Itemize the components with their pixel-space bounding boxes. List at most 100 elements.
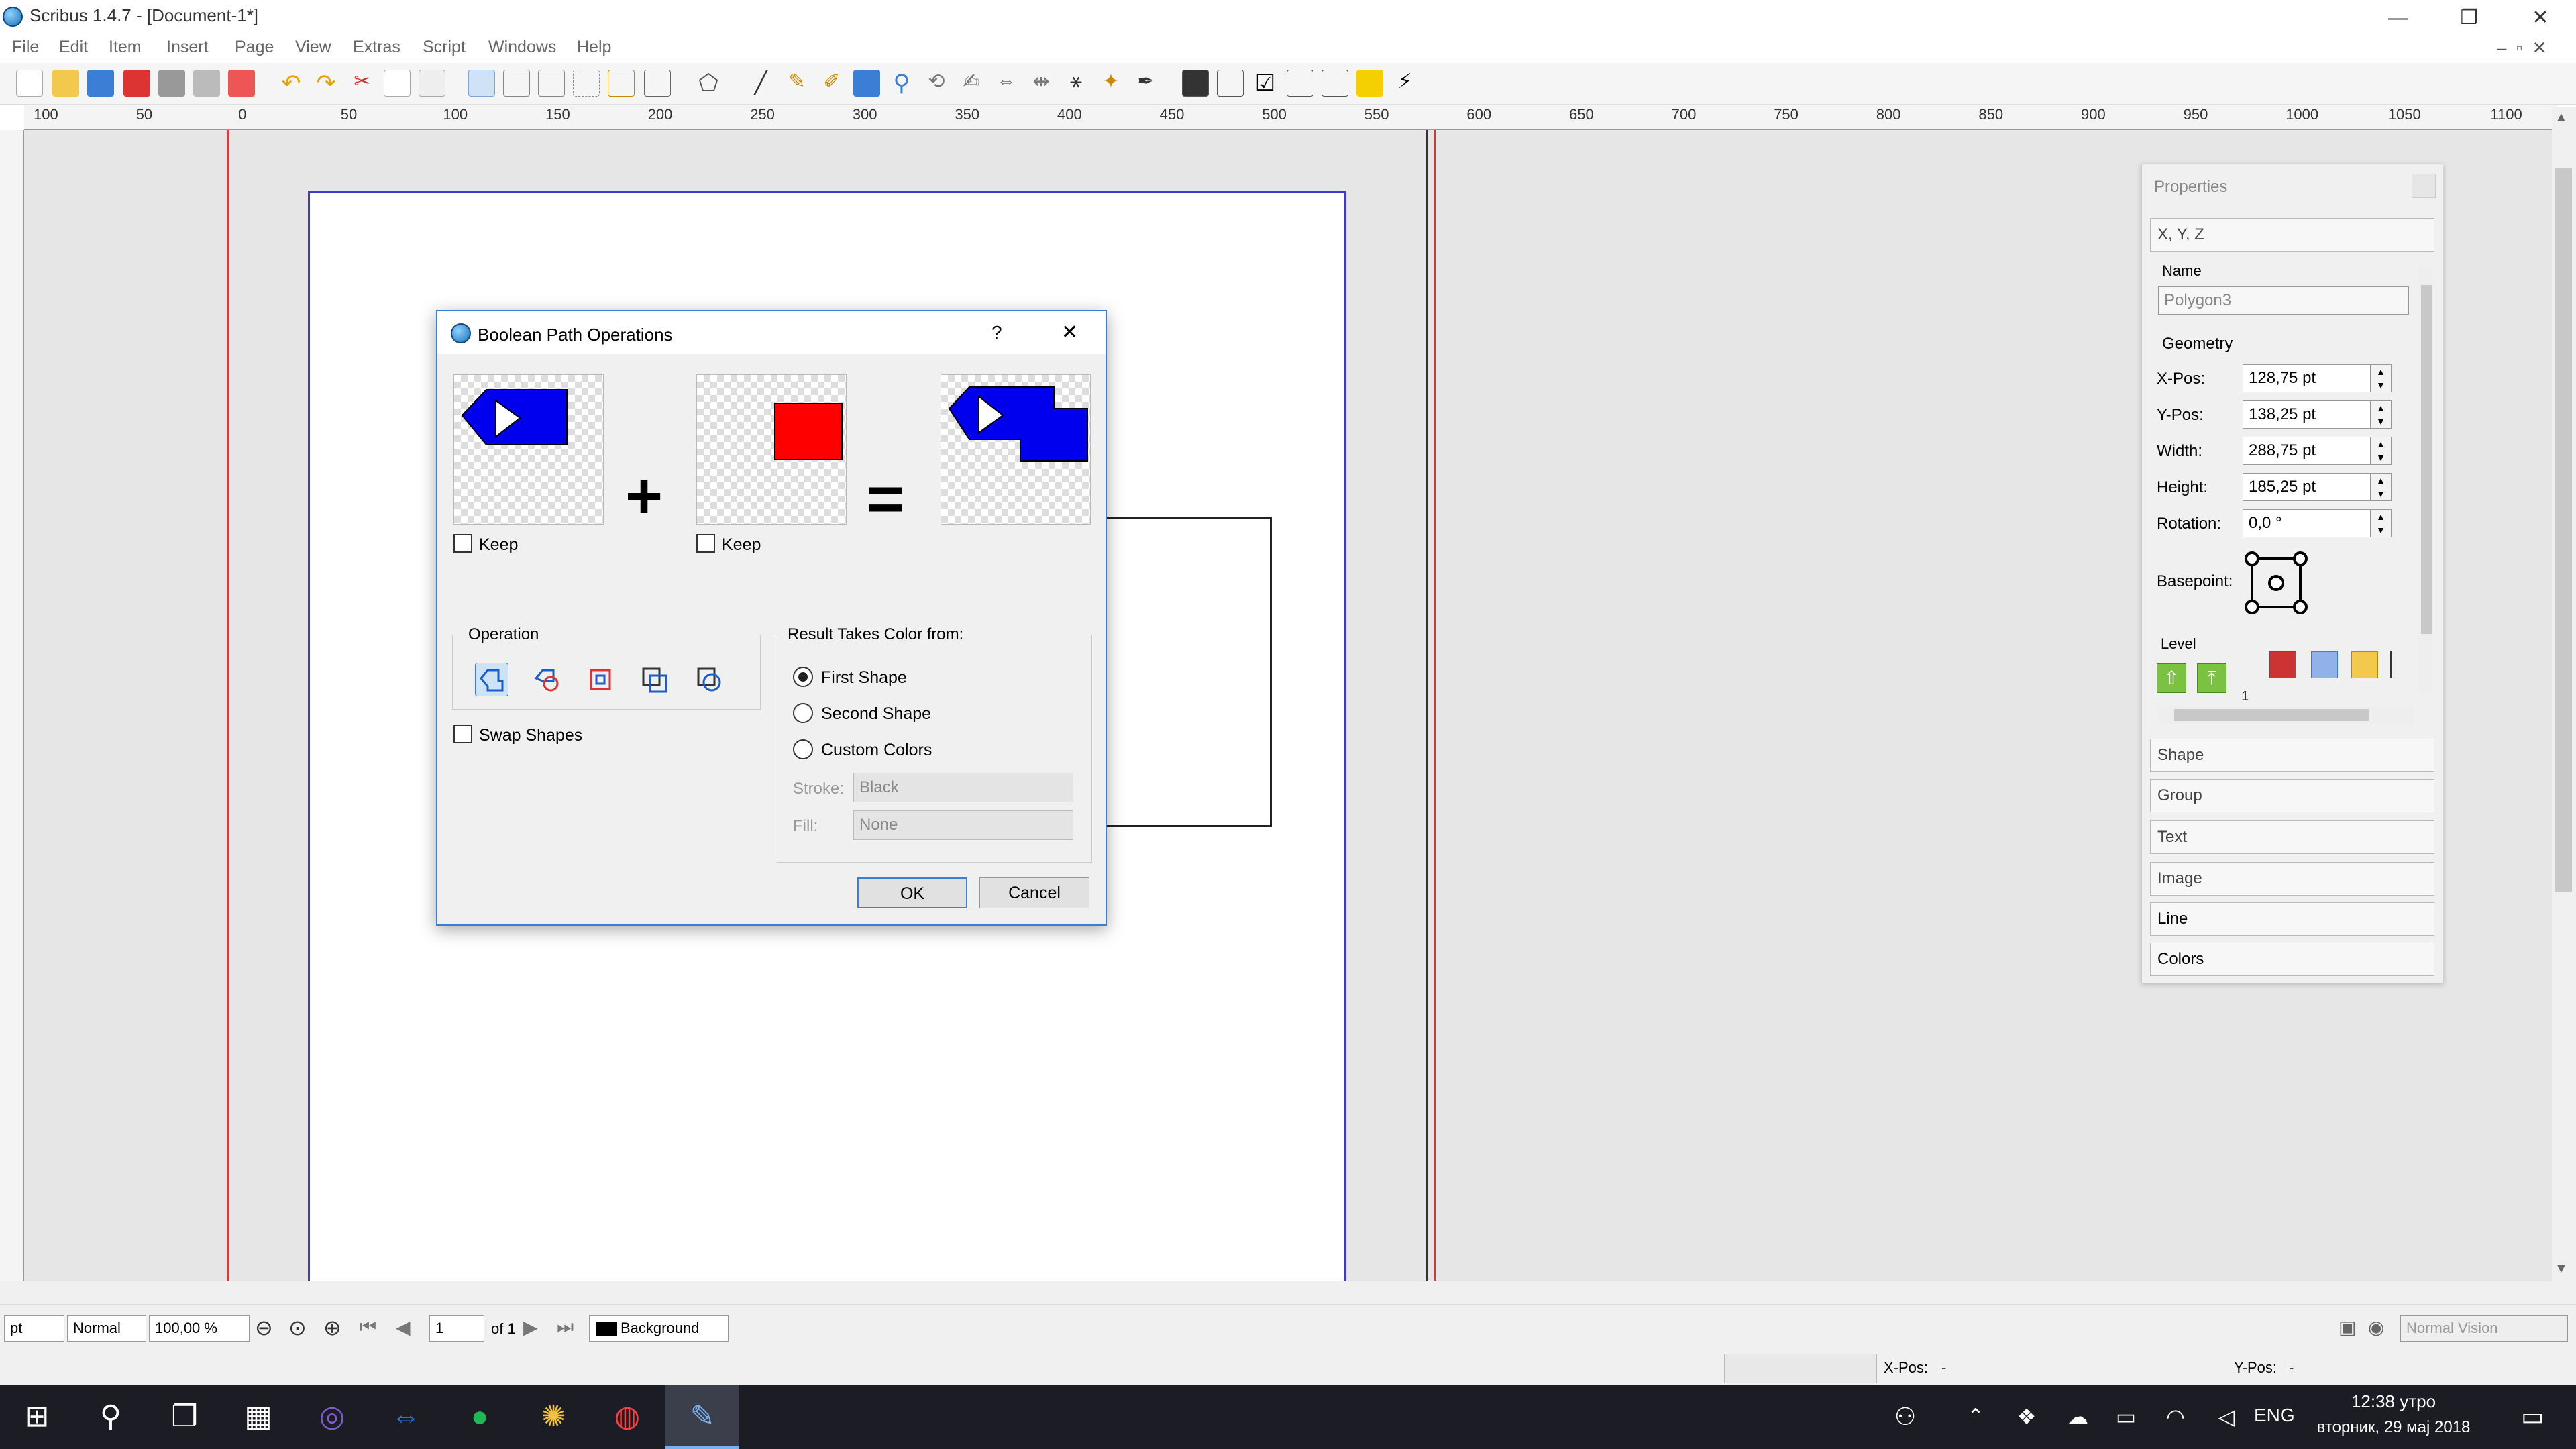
- menu-extras[interactable]: Extras: [353, 38, 400, 57]
- notification-icon[interactable]: ▭: [2496, 1385, 2569, 1449]
- preflight-icon[interactable]: [193, 70, 220, 97]
- paths-operation-button[interactable]: [692, 663, 726, 696]
- polygon-icon[interactable]: ⬠: [695, 70, 722, 97]
- menu-insert[interactable]: Insert: [166, 38, 209, 57]
- menu-edit[interactable]: Edit: [59, 38, 88, 57]
- measure-icon[interactable]: ⚹: [1063, 70, 1089, 97]
- mdi-window-controls[interactable]: – ▫ ✕: [2497, 38, 2546, 58]
- xpos-input[interactable]: 128,75 pt: [2243, 364, 2371, 392]
- pdf-annotation-icon[interactable]: [1356, 70, 1383, 97]
- text-section-header[interactable]: Text: [2150, 820, 2434, 854]
- table-icon[interactable]: [608, 70, 635, 97]
- restore-button[interactable]: ❐: [2434, 0, 2505, 36]
- pdf-combobox-icon[interactable]: [1287, 70, 1313, 97]
- intersection-operation-button[interactable]: [584, 663, 617, 696]
- pdf-checkbox-icon[interactable]: ☑: [1252, 70, 1279, 97]
- app-icon[interactable]: ✺: [517, 1385, 590, 1449]
- pdf-button-icon[interactable]: [1182, 70, 1209, 97]
- people-icon[interactable]: ⚇: [1885, 1385, 1925, 1449]
- clock-date[interactable]: вторник, 29 мај 2018: [2301, 1418, 2486, 1437]
- menu-item[interactable]: Item: [109, 38, 142, 57]
- name-input[interactable]: Polygon3: [2158, 286, 2409, 315]
- dialog-close-button[interactable]: ✕: [1061, 321, 1078, 344]
- scroll-up-icon[interactable]: ▲: [2555, 110, 2568, 125]
- rotation-stepper[interactable]: ▲ ▼: [2370, 509, 2392, 537]
- vertical-scrollbar-thumb[interactable]: [2555, 168, 2572, 892]
- zoom-in-icon[interactable]: ⊕: [323, 1315, 341, 1340]
- width-stepper[interactable]: ▲ ▼: [2370, 437, 2392, 465]
- raise-to-top-icon[interactable]: ⤒: [2197, 663, 2226, 693]
- menu-view[interactable]: View: [295, 38, 331, 57]
- first-page-icon[interactable]: ⏮: [360, 1316, 376, 1338]
- zoom-100-icon[interactable]: ⊙: [288, 1315, 307, 1340]
- ypos-stepper[interactable]: ▲ ▼: [2370, 400, 2392, 429]
- menu-script[interactable]: Script: [423, 38, 466, 57]
- eyedropper-icon[interactable]: ✒: [1132, 70, 1159, 97]
- image-quality-select[interactable]: Normal: [67, 1315, 146, 1342]
- basepoint-selector[interactable]: [2244, 551, 2308, 619]
- calculator-icon[interactable]: ▦: [221, 1385, 295, 1449]
- eye-icon[interactable]: ◉: [2368, 1316, 2384, 1338]
- start-icon[interactable]: ⊞: [0, 1385, 74, 1449]
- onedrive-icon[interactable]: ☁: [2061, 1385, 2094, 1449]
- colors-section-header[interactable]: Colors: [2150, 943, 2434, 976]
- viber-icon[interactable]: ◎: [295, 1385, 369, 1449]
- previous-page-icon[interactable]: ◀: [396, 1316, 411, 1338]
- flip-horizontal-icon[interactable]: [2269, 651, 2296, 678]
- print-icon[interactable]: [158, 70, 185, 97]
- difference-operation-button[interactable]: [530, 663, 564, 696]
- wifi-icon[interactable]: ◠: [2159, 1385, 2192, 1449]
- close-document-icon[interactable]: [123, 70, 150, 97]
- ypos-input[interactable]: 138,25 pt: [2243, 400, 2371, 429]
- open-folder-icon[interactable]: [52, 70, 79, 97]
- cut-icon[interactable]: ✂: [349, 70, 376, 97]
- keep-first-checkbox[interactable]: [453, 534, 472, 553]
- unit-select[interactable]: pt: [4, 1315, 64, 1342]
- custom-colors-radio[interactable]: [793, 739, 813, 759]
- size-lock-icon[interactable]: [2390, 651, 2410, 678]
- help-button[interactable]: ?: [991, 322, 1002, 343]
- edit-text-icon[interactable]: ✍: [958, 70, 985, 97]
- properties-vscroll-thumb[interactable]: [2421, 285, 2432, 634]
- last-page-icon[interactable]: ⏭: [557, 1316, 574, 1338]
- next-page-icon[interactable]: ▶: [523, 1316, 538, 1338]
- properties-hscroll-thumb[interactable]: [2174, 709, 2369, 721]
- pdf-export-icon[interactable]: [228, 70, 255, 97]
- raise-level-icon[interactable]: ⇧: [2157, 663, 2186, 693]
- stroke-color-select[interactable]: Black: [853, 773, 1073, 802]
- cancel-button[interactable]: Cancel: [979, 877, 1089, 908]
- horizontal-scrollbar[interactable]: [0, 1281, 2576, 1304]
- zoom-input[interactable]: 100,00 %: [149, 1315, 250, 1342]
- pdf-textfield-icon[interactable]: [1217, 70, 1244, 97]
- group-section-header[interactable]: Group: [2150, 779, 2434, 812]
- menu-help[interactable]: Help: [577, 38, 611, 57]
- xpos-stepper[interactable]: ▲ ▼: [2370, 364, 2392, 392]
- properties-close-button[interactable]: [2412, 174, 2436, 198]
- redo-icon[interactable]: ↷: [313, 70, 339, 97]
- zoom-icon[interactable]: ⚲: [888, 70, 915, 97]
- scroll-down-icon[interactable]: ▼: [2555, 1261, 2568, 1277]
- dropbox-icon[interactable]: ❖: [2010, 1385, 2043, 1449]
- zoom-out-icon[interactable]: ⊖: [255, 1315, 273, 1340]
- page-number-select[interactable]: 1: [429, 1315, 484, 1342]
- language-indicator[interactable]: ENG: [2254, 1405, 2295, 1426]
- vision-select[interactable]: Normal Vision: [2400, 1315, 2568, 1342]
- paste-icon[interactable]: [419, 70, 445, 97]
- image-frame-icon[interactable]: [538, 70, 565, 97]
- spotify-icon[interactable]: ●: [443, 1385, 517, 1449]
- height-input[interactable]: 185,25 pt: [2243, 473, 2371, 501]
- image-section-header[interactable]: Image: [2150, 862, 2434, 896]
- clock-time[interactable]: 12:38 утро: [2313, 1391, 2474, 1412]
- copy-properties-icon[interactable]: ✦: [1097, 70, 1124, 97]
- minimize-button[interactable]: —: [2363, 0, 2434, 36]
- scribus-taskbar-icon[interactable]: ✎: [665, 1385, 739, 1449]
- ok-button[interactable]: OK: [857, 877, 967, 908]
- task-view-icon[interactable]: ❐: [148, 1385, 221, 1449]
- rotate-icon[interactable]: [853, 70, 880, 97]
- battery-icon[interactable]: ▭: [2109, 1385, 2143, 1449]
- search-icon[interactable]: ⚲: [74, 1385, 148, 1449]
- volume-icon[interactable]: ◁: [2210, 1385, 2243, 1449]
- close-window-button[interactable]: ✕: [2505, 0, 2576, 36]
- menu-page[interactable]: Page: [235, 38, 274, 57]
- unlink-frames-icon[interactable]: ⇹: [1028, 70, 1055, 97]
